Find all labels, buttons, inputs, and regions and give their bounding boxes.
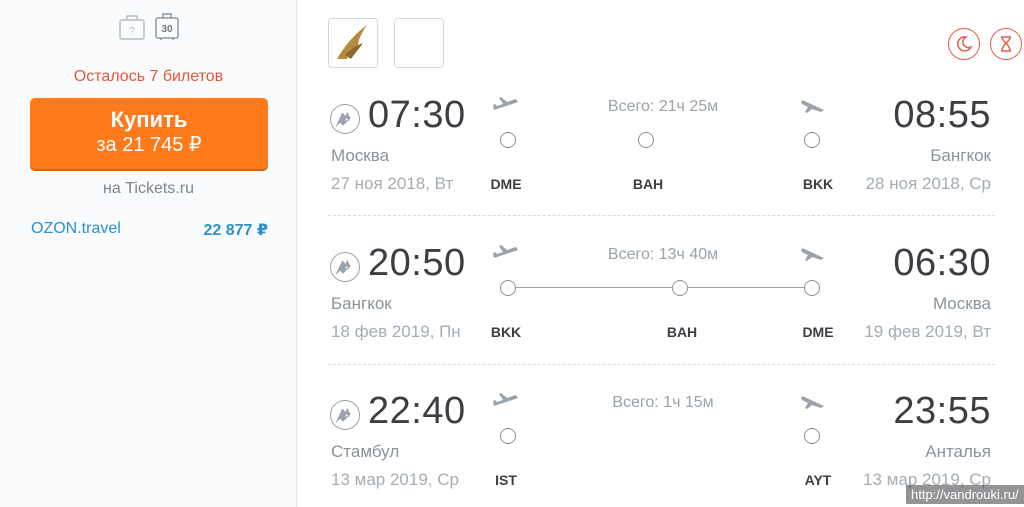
- arrival-airport-code: DME: [802, 324, 834, 340]
- route-track: [500, 280, 820, 296]
- stop-airport-code: BAH: [666, 324, 698, 340]
- landing-icon: [798, 392, 826, 410]
- alt-offer[interactable]: OZON.travel 22 877 ₽: [31, 220, 268, 240]
- departure-time: 22:40: [368, 390, 466, 432]
- alt-offer-agency[interactable]: OZON.travel: [31, 220, 121, 240]
- route-track: [500, 132, 820, 148]
- moon-icon[interactable]: [948, 28, 980, 60]
- segment-divider: [328, 364, 995, 365]
- route-line: [508, 287, 812, 288]
- destination-dot: [804, 428, 820, 444]
- arrival-date: 19 фев 2019, Вт: [864, 322, 991, 341]
- segment-divider: [328, 215, 995, 216]
- departure-city: Стамбул: [331, 442, 400, 461]
- departure-time: 20:50: [368, 242, 466, 284]
- arrival-city: Москва: [932, 294, 991, 313]
- stop-dot: [672, 280, 688, 296]
- hand-luggage-icon: ?: [118, 11, 146, 41]
- baggage-info[interactable]: ? 30: [118, 11, 181, 41]
- arrival-time: 08:55: [893, 94, 991, 136]
- airline-logo: [328, 18, 378, 68]
- takeoff-icon: [492, 244, 520, 262]
- route-track: [500, 428, 820, 444]
- arrival-time: 23:55: [893, 390, 991, 432]
- stop-airport-code: BAH: [632, 176, 664, 192]
- departure-city: Бангкок: [331, 294, 392, 313]
- total-duration: Всего: 21ч 25м: [607, 98, 719, 115]
- departure-airport-code: IST: [495, 472, 517, 488]
- flight-segment[interactable]: 22:40 Стамбул 13 мар 2019, Ср Всего: 1ч …: [328, 384, 995, 507]
- flight-segment[interactable]: 07:30 Москва 27 ноя 2018, Вт Всего: 21ч …: [328, 88, 995, 236]
- pin-icon[interactable]: [330, 104, 360, 134]
- watermark-url: http://vandrouki.ru/: [906, 485, 1024, 504]
- stop-dot: [638, 132, 654, 148]
- baggage-weight: 30: [161, 24, 173, 35]
- departure-time: 07:30: [368, 94, 466, 136]
- alt-offer-price[interactable]: 22 877 ₽: [203, 220, 268, 240]
- departure-date: 13 мар 2019, Ср: [331, 470, 459, 489]
- flight-segment[interactable]: 20:50 Бангкок 18 фев 2019, Пн Всего: 13ч…: [328, 236, 995, 384]
- buy-button-price: за 21 745 ₽: [96, 134, 202, 156]
- arrival-city: Анталья: [925, 442, 991, 461]
- checked-baggage-icon: 30: [153, 11, 181, 41]
- takeoff-icon: [492, 392, 520, 410]
- airline-logo-empty: [394, 18, 444, 68]
- hourglass-icon[interactable]: [990, 28, 1022, 60]
- tickets-left-notice: Осталось 7 билетов: [73, 68, 224, 85]
- arrival-city: Бангкок: [930, 146, 991, 165]
- arrival-airport-code: AYT: [804, 472, 832, 488]
- pin-icon[interactable]: [330, 252, 360, 282]
- landing-icon: [798, 244, 826, 262]
- arrival-date: 28 ноя 2018, Ср: [865, 174, 991, 193]
- departure-date: 27 ноя 2018, Вт: [331, 174, 454, 193]
- origin-dot: [500, 280, 516, 296]
- departure-city: Москва: [331, 146, 390, 165]
- origin-dot: [500, 428, 516, 444]
- offer-panel: ? 30 Осталось 7 билетов Купить за 21 745…: [0, 0, 297, 507]
- takeoff-icon: [492, 96, 520, 114]
- pin-icon[interactable]: [330, 400, 360, 430]
- departure-airport-code: DME: [490, 176, 522, 192]
- origin-dot: [500, 132, 516, 148]
- total-duration: Всего: 13ч 40м: [607, 246, 719, 263]
- destination-dot: [804, 280, 820, 296]
- landing-icon: [798, 96, 826, 114]
- baggage-unknown-mark: ?: [129, 26, 135, 37]
- buy-button[interactable]: Купить за 21 745 ₽: [30, 98, 268, 169]
- arrival-time: 06:30: [893, 242, 991, 284]
- falcon-logo-icon: [337, 25, 367, 59]
- departure-airport-code: BKK: [490, 324, 522, 340]
- arrival-airport-code: BKK: [802, 176, 834, 192]
- buy-button-label: Купить: [110, 107, 188, 132]
- destination-dot: [804, 132, 820, 148]
- seller-name: на Tickets.ru: [103, 180, 194, 197]
- departure-date: 18 фев 2019, Пн: [331, 322, 461, 341]
- total-duration: Всего: 1ч 15м: [612, 394, 714, 411]
